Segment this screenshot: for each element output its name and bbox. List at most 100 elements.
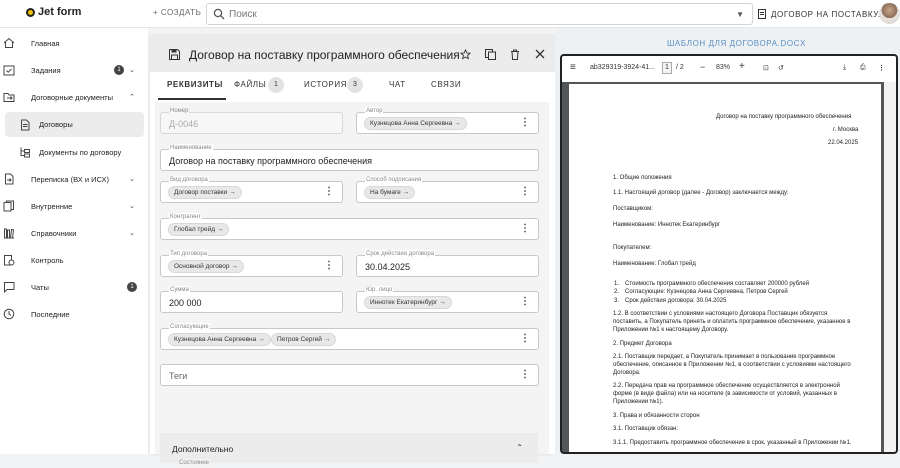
home-icon bbox=[3, 37, 15, 48]
page-number-input[interactable]: 1 bbox=[662, 62, 672, 74]
contract-kind-chip[interactable]: Договор поставки → bbox=[168, 186, 242, 199]
more-icon[interactable]: ⋮ bbox=[520, 370, 530, 380]
doc-text: Приложении №1). bbox=[613, 399, 664, 405]
doc-text: Поставщиком: bbox=[613, 206, 653, 212]
more-icon[interactable]: ⋮ bbox=[878, 64, 885, 72]
sidebar-item-correspondence[interactable]: Переписка (ВХ и ИСХ) ⌄ bbox=[0, 168, 148, 190]
chevron-up-icon[interactable]: ⌃ bbox=[516, 443, 523, 452]
download-icon[interactable]: ⤓ bbox=[843, 64, 846, 72]
close-icon[interactable] bbox=[535, 49, 545, 59]
zoom-out-icon[interactable]: − bbox=[700, 62, 705, 72]
chevron-down-icon[interactable]: ⌄ bbox=[129, 175, 135, 183]
sidebar-item-chats[interactable]: Чаты 1 bbox=[0, 276, 148, 298]
sidebar-item-label: Договоры bbox=[39, 120, 73, 129]
search-box[interactable]: Поиск ▼ bbox=[206, 3, 753, 25]
rotate-icon[interactable]: ↺ bbox=[778, 64, 784, 72]
field-value: 30.04.2025 bbox=[365, 262, 411, 272]
print-icon[interactable]: ⎙ bbox=[860, 64, 866, 72]
contract-kind-field[interactable]: Вид договора Договор поставки → ⋮ bbox=[160, 176, 343, 203]
fit-page-icon[interactable]: ⊡ bbox=[763, 64, 769, 72]
tab-history-badge: 3 bbox=[347, 77, 363, 93]
legal-entity-field[interactable]: Юр. лицо Иннотек Екатеринбург → ⋮ bbox=[356, 286, 539, 313]
delete-icon[interactable] bbox=[510, 49, 520, 60]
term-field[interactable]: Срок действия договора 30.04.2025 bbox=[356, 250, 539, 277]
sidebar-item-contract-docs[interactable]: Договорные документы ⌃ bbox=[0, 86, 148, 108]
document-card-panel: Договор на поставку программного обеспеч… bbox=[150, 36, 555, 468]
author-field[interactable]: Автор Кузнецова Анна Сергеевна → ⋮ bbox=[356, 107, 539, 134]
author-chip[interactable]: Кузнецова Анна Сергеевна → bbox=[364, 117, 467, 130]
sidebar-item-recent[interactable]: Последние bbox=[0, 303, 148, 325]
sidebar-item-directories[interactable]: Справочники ⌄ bbox=[0, 222, 148, 244]
sum-field[interactable]: Сумма 200 000 bbox=[160, 286, 343, 313]
field-label: Согласующие bbox=[169, 323, 210, 332]
open-document-tab[interactable]: ДОГОВОР НА ПОСТАВКУ... bbox=[758, 9, 886, 19]
pdf-viewer: ≡ ab329319-3924-41... 1 / 2 − 83% + ⊡ ↺ … bbox=[560, 54, 898, 454]
sidebar-item-contract-documents[interactable]: Документы по договору bbox=[0, 141, 148, 163]
doc-list-item: Срок действия договора: 30.04.2025 bbox=[625, 298, 727, 304]
app-logo[interactable]: Jet form bbox=[26, 6, 81, 18]
doc-text: поставить, а Покупатель принять и оплати… bbox=[613, 319, 851, 325]
page-count: / 2 bbox=[676, 64, 684, 71]
search-dropdown-icon[interactable]: ▼ bbox=[736, 10, 744, 19]
additional-section-header[interactable]: Дополнительно ⌃ Состояние bbox=[160, 433, 538, 468]
legal-entity-chip[interactable]: Иннотек Екатеринбург → bbox=[364, 296, 452, 309]
chevron-up-icon[interactable]: ⌃ bbox=[129, 93, 135, 101]
tab-chat[interactable]: ЧАТ bbox=[389, 80, 406, 89]
document-icon bbox=[21, 119, 30, 130]
name-field[interactable]: Наименование Договор на поставку програм… bbox=[160, 144, 539, 171]
menu-icon[interactable]: ≡ bbox=[570, 62, 576, 73]
tab-files[interactable]: ФАЙЛЫ bbox=[234, 80, 266, 89]
sidebar-item-contracts[interactable]: Договоры bbox=[5, 112, 144, 137]
pdf-toolbar: ≡ ab329319-3924-41... 1 / 2 − 83% + ⊡ ↺ … bbox=[562, 56, 896, 82]
sidebar-item-tasks[interactable]: Задания 1 ⌄ bbox=[0, 59, 148, 81]
user-avatar[interactable] bbox=[879, 3, 900, 24]
counterparty-chip[interactable]: Глобал трейд → bbox=[168, 223, 230, 236]
more-icon[interactable]: ⋮ bbox=[520, 297, 530, 307]
signing-method-chip[interactable]: На бумаге → bbox=[364, 186, 416, 199]
more-icon[interactable]: ⋮ bbox=[324, 187, 334, 197]
contract-type-chip[interactable]: Основной договор → bbox=[168, 260, 244, 273]
zoom-level[interactable]: 83% bbox=[716, 64, 730, 71]
tab-details[interactable]: РЕКВИЗИТЫ bbox=[167, 80, 223, 89]
approvers-field[interactable]: Согласующие Кузнецова Анна Сергеевна → П… bbox=[160, 323, 539, 350]
top-bar: Jet form + СОЗДАТЬ Поиск ▼ ДОГОВОР НА ПО… bbox=[0, 0, 900, 28]
tab-links[interactable]: СВЯЗИ bbox=[431, 80, 461, 89]
sidebar-item-label: Контроль bbox=[31, 255, 64, 265]
create-button[interactable]: + СОЗДАТЬ bbox=[153, 8, 201, 17]
star-icon[interactable] bbox=[460, 49, 471, 60]
tab-history[interactable]: ИСТОРИЯ bbox=[304, 80, 347, 89]
doc-text: 3. Права и обязанности сторон bbox=[613, 413, 700, 419]
more-icon[interactable]: ⋮ bbox=[324, 261, 334, 271]
doc-text: Наименование: Иннотек Екатеринбург bbox=[613, 222, 721, 228]
doc-heading: Договор на поставку программного обеспеч… bbox=[716, 114, 852, 120]
sidebar-item-home[interactable]: Главная bbox=[0, 32, 148, 54]
approver-chip[interactable]: Петров Сергей → bbox=[271, 333, 337, 346]
chevron-down-icon[interactable]: ⌄ bbox=[129, 202, 135, 210]
sidebar-item-internal[interactable]: Внутренние ⌄ bbox=[0, 195, 148, 217]
contract-type-field[interactable]: Тип договора Основной договор → ⋮ bbox=[160, 250, 343, 277]
save-icon[interactable] bbox=[169, 49, 180, 60]
sidebar-item-control[interactable]: Контроль bbox=[0, 249, 148, 271]
zoom-in-icon[interactable]: + bbox=[739, 61, 745, 72]
tags-input[interactable]: Теги bbox=[169, 371, 187, 381]
pdf-page: Договор на поставку программного обеспеч… bbox=[569, 84, 881, 452]
more-icon[interactable]: ⋮ bbox=[520, 334, 530, 344]
more-icon[interactable]: ⋮ bbox=[520, 118, 530, 128]
document-icon bbox=[758, 9, 766, 19]
pdf-scrollbar[interactable] bbox=[884, 82, 896, 452]
signing-method-field[interactable]: Способ подписания На бумаге → ⋮ bbox=[356, 176, 539, 203]
more-icon[interactable]: ⋮ bbox=[520, 224, 530, 234]
approver-chip[interactable]: Кузнецова Анна Сергеевна → bbox=[168, 333, 271, 346]
copy-document-icon[interactable] bbox=[485, 49, 496, 60]
counterparty-field[interactable]: Контрагент Глобал трейд → ⋮ bbox=[160, 213, 539, 240]
chevron-down-icon[interactable]: ⌄ bbox=[129, 229, 135, 237]
field-label: Наименование bbox=[169, 144, 213, 153]
template-file-title[interactable]: ШАБЛОН ДЛЯ ДОГОВОРА.DOCX bbox=[667, 39, 806, 48]
sidebar-item-label: Внутренние bbox=[31, 201, 73, 211]
chevron-down-icon[interactable]: ⌄ bbox=[129, 66, 135, 74]
tree-list-icon bbox=[20, 147, 30, 158]
search-input[interactable]: Поиск bbox=[229, 9, 257, 20]
tags-field[interactable]: Теги ⋮ bbox=[160, 364, 539, 386]
more-icon[interactable]: ⋮ bbox=[520, 187, 530, 197]
doc-text: 1.2. В соответствии с условиями настояще… bbox=[613, 311, 828, 317]
